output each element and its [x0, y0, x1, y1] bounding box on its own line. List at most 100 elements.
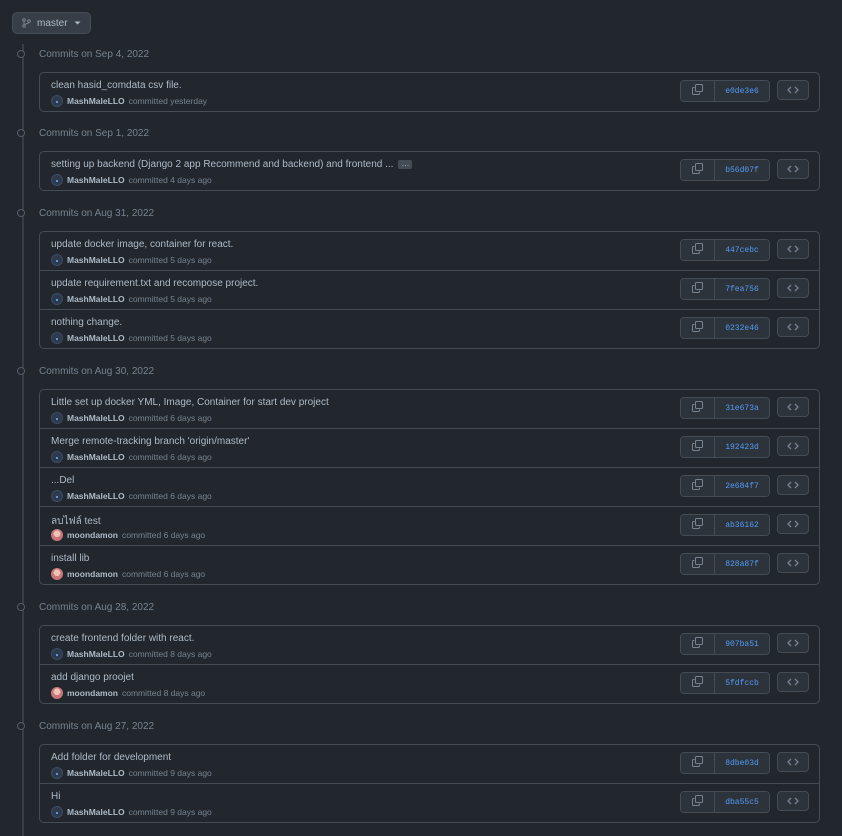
author-link[interactable]: MashMaleLLO: [67, 96, 125, 106]
browse-repo-button[interactable]: [777, 633, 809, 653]
commit-sha-link[interactable]: 7fea756: [715, 279, 769, 299]
copy-sha-button[interactable]: [681, 515, 715, 535]
commit-message-link[interactable]: create frontend folder with react.: [51, 633, 194, 644]
copy-sha-button[interactable]: [681, 160, 715, 180]
commit-sha-link[interactable]: ab36162: [715, 515, 769, 535]
author-avatar[interactable]: [51, 568, 63, 580]
copy-sha-button[interactable]: [681, 792, 715, 812]
sha-button-group: 31e673a: [680, 397, 770, 419]
commit-sha-link[interactable]: 2e684f7: [715, 476, 769, 496]
author-link[interactable]: MashMaleLLO: [67, 175, 125, 185]
author-link[interactable]: moondamon: [67, 688, 118, 698]
commit-message-link[interactable]: ...Del: [51, 475, 74, 486]
commit-message-link[interactable]: clean hasid_comdata csv file.: [51, 80, 182, 91]
code-icon: [787, 281, 799, 295]
sha-button-group: e0de3e6: [680, 80, 770, 102]
commit-sha-link[interactable]: 907ba51: [715, 634, 769, 654]
author-link[interactable]: MashMaleLLO: [67, 452, 125, 462]
sha-button-group: 192423d: [680, 436, 770, 458]
commit-sha-link[interactable]: e0de3e6: [715, 81, 769, 101]
author-avatar[interactable]: [51, 412, 63, 424]
copy-sha-button[interactable]: [681, 81, 715, 101]
author-avatar[interactable]: [51, 332, 63, 344]
browse-repo-button[interactable]: [777, 436, 809, 456]
author-link[interactable]: MashMaleLLO: [67, 491, 125, 501]
commit-message-link[interactable]: Merge remote-tracking branch 'origin/mas…: [51, 436, 249, 447]
copy-sha-button[interactable]: [681, 437, 715, 457]
commit-sha-link[interactable]: b56d07f: [715, 160, 769, 180]
browse-repo-button[interactable]: [777, 752, 809, 772]
commit-sha-link[interactable]: 31e673a: [715, 398, 769, 418]
copy-sha-button[interactable]: [681, 476, 715, 496]
commit-sha-link[interactable]: 8dbe03d: [715, 753, 769, 773]
branch-select-button[interactable]: master: [12, 12, 91, 34]
commit-group-header: Commits on Sep 4, 2022: [0, 44, 820, 64]
browse-repo-button[interactable]: [777, 514, 809, 534]
copy-sha-button[interactable]: [681, 673, 715, 693]
copy-sha-button[interactable]: [681, 240, 715, 260]
copy-sha-button[interactable]: [681, 753, 715, 773]
commit-sha-link[interactable]: dba55c5: [715, 792, 769, 812]
author-avatar[interactable]: [51, 174, 63, 186]
copy-sha-button[interactable]: [681, 554, 715, 574]
author-link[interactable]: MashMaleLLO: [67, 255, 125, 265]
expand-message-button[interactable]: …: [398, 160, 413, 169]
author-avatar[interactable]: [51, 451, 63, 463]
copy-sha-button[interactable]: [681, 279, 715, 299]
copy-icon: [692, 401, 703, 415]
browse-repo-button[interactable]: [777, 278, 809, 298]
author-link[interactable]: MashMaleLLO: [67, 333, 125, 343]
commit-group-box: Add folder for development MashMaleLLO com…: [39, 744, 820, 823]
commit-message-link[interactable]: update requirement.txt and recompose pro…: [51, 278, 258, 289]
copy-sha-button[interactable]: [681, 318, 715, 338]
copy-sha-button[interactable]: [681, 398, 715, 418]
code-icon: [787, 755, 799, 769]
commit-message-link[interactable]: Add folder for development: [51, 752, 171, 763]
browse-repo-button[interactable]: [777, 317, 809, 337]
commit-message-link[interactable]: ลบไฟล์ test: [51, 514, 101, 529]
author-avatar[interactable]: [51, 95, 63, 107]
browse-repo-button[interactable]: [777, 80, 809, 100]
browse-repo-button[interactable]: [777, 159, 809, 179]
author-link[interactable]: MashMaleLLO: [67, 768, 125, 778]
commit-sha-link[interactable]: 192423d: [715, 437, 769, 457]
commit-message-link[interactable]: Little set up docker YML, Image, Contain…: [51, 397, 329, 408]
author-avatar[interactable]: [51, 529, 63, 541]
copy-sha-button[interactable]: [681, 634, 715, 654]
author-avatar[interactable]: [51, 293, 63, 305]
commit-message-link[interactable]: setting up backend (Django 2 app Recomme…: [51, 159, 393, 170]
author-link[interactable]: MashMaleLLO: [67, 649, 125, 659]
browse-repo-button[interactable]: [777, 791, 809, 811]
commit-message-link[interactable]: Hi: [51, 791, 60, 802]
author-link[interactable]: moondamon: [67, 569, 118, 579]
commit-group-date: Commits on Sep 1, 2022: [39, 127, 150, 139]
commit-message-link[interactable]: install lib: [51, 553, 89, 564]
author-link[interactable]: MashMaleLLO: [67, 807, 125, 817]
author-avatar[interactable]: [51, 767, 63, 779]
browse-repo-button[interactable]: [777, 672, 809, 692]
commit-sha-link[interactable]: 5fdfccb: [715, 673, 769, 693]
copy-icon: [692, 676, 703, 690]
browse-repo-button[interactable]: [777, 475, 809, 495]
commit-time: committed 4 days ago: [128, 175, 212, 185]
commit-message-link[interactable]: add django proojet: [51, 672, 134, 683]
author-avatar[interactable]: [51, 254, 63, 266]
commit-group: Commits on Sep 4, 2022 clean hasid_comdat…: [0, 44, 820, 112]
browse-repo-button[interactable]: [777, 553, 809, 573]
author-avatar[interactable]: [51, 806, 63, 818]
commit-message-link[interactable]: update docker image, container for react…: [51, 239, 233, 250]
author-link[interactable]: MashMaleLLO: [67, 413, 125, 423]
author-avatar[interactable]: [51, 687, 63, 699]
commit-row: install lib moondamon committed 6 days ago…: [40, 546, 819, 584]
commit-sha-link[interactable]: 828a87f: [715, 554, 769, 574]
browse-repo-button[interactable]: [777, 239, 809, 259]
commit-dot-icon: [17, 603, 25, 611]
commit-sha-link[interactable]: 0232e46: [715, 318, 769, 338]
commit-sha-link[interactable]: 447cebc: [715, 240, 769, 260]
commit-message-link[interactable]: nothing change.: [51, 317, 122, 328]
browse-repo-button[interactable]: [777, 397, 809, 417]
author-link[interactable]: moondamon: [67, 530, 118, 540]
author-avatar[interactable]: [51, 490, 63, 502]
author-link[interactable]: MashMaleLLO: [67, 294, 125, 304]
author-avatar[interactable]: [51, 648, 63, 660]
